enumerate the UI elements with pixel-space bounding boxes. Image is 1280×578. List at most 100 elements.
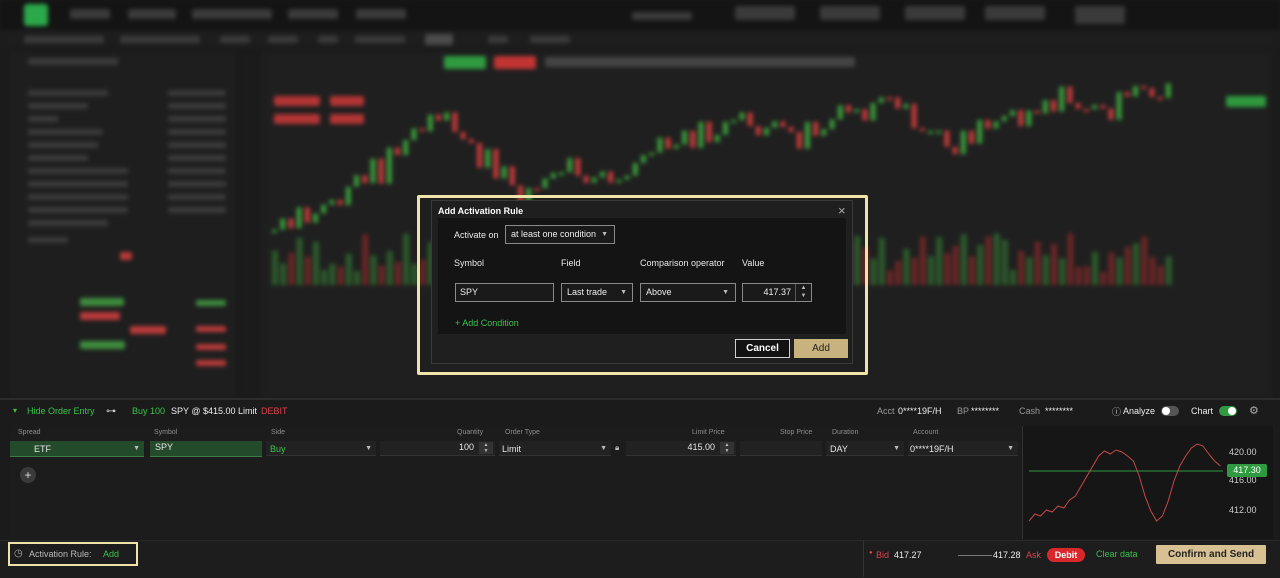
order-summary-main: SPY @ $415.00 Limit: [171, 406, 258, 416]
condition-symbol-input[interactable]: SPY: [455, 283, 554, 302]
bg-volume-bar: [395, 261, 401, 285]
cancel-button[interactable]: Cancel: [735, 339, 790, 358]
add-leg-button[interactable]: +: [20, 467, 36, 483]
ask-value: 417.28: [993, 550, 1021, 560]
symbol-input[interactable]: SPY: [150, 441, 262, 457]
column-header-field: Field: [561, 258, 581, 268]
bg-candle: [386, 147, 392, 184]
bg-volume-bar: [1010, 269, 1016, 285]
bg-volume-bar: [313, 241, 319, 285]
bg-candle: [1083, 108, 1089, 112]
column-header-operator: Comparison operator: [640, 258, 725, 268]
bg-volume-bar: [1157, 265, 1164, 285]
bg-candle: [1149, 88, 1155, 97]
analyze-toggle[interactable]: [1161, 406, 1179, 416]
bg-volume-bar: [928, 256, 934, 285]
condition-field-value: Last trade: [567, 287, 608, 297]
clear-data-link[interactable]: Clear data: [1096, 549, 1138, 559]
bg-candle: [1133, 85, 1138, 97]
condition-value-input[interactable]: 417.37 ▲ ▼: [742, 283, 812, 302]
duration-select[interactable]: DAY ▼: [826, 441, 904, 456]
bg-candle: [427, 114, 433, 132]
confirm-and-send-button[interactable]: Confirm and Send: [1156, 545, 1266, 564]
col-symbol: Symbol: [154, 429, 178, 436]
bg-volume-bar: [1092, 251, 1098, 285]
mini-price-chart: 420.00 416.00 412.00 417.30: [1022, 426, 1273, 539]
info-icon: ⓘ: [1112, 407, 1122, 417]
bg-volume-bar: [296, 237, 303, 285]
bg-candle: [477, 143, 482, 168]
stop-price-input[interactable]: [740, 441, 822, 456]
bg-volume-bar: [362, 234, 369, 285]
bg-volume-bar: [1051, 244, 1057, 285]
bg-candle: [780, 121, 786, 127]
pin-icon[interactable]: ⊶: [106, 406, 116, 417]
order-summary-action: Buy 100: [132, 406, 166, 416]
bg-candle: [1051, 100, 1056, 112]
quantity-stepper[interactable]: 100 ▲ ▼: [380, 441, 495, 456]
col-quantity: Quantity: [457, 429, 484, 436]
condition-field-select[interactable]: Last trade ▼: [561, 283, 633, 302]
activate-on-label: Activate on: [454, 230, 499, 240]
condition-operator-select[interactable]: Above ▼: [640, 283, 736, 302]
bg-candle: [304, 207, 310, 223]
bg-candle: [296, 207, 302, 229]
bg-candle: [608, 171, 614, 183]
bg-candle: [501, 166, 507, 179]
bg-candle: [460, 132, 466, 140]
condition-value: 417.37: [763, 287, 791, 297]
bid-value: 417.27: [894, 550, 922, 560]
bg-volume-bar: [337, 266, 344, 285]
value-stepper[interactable]: ▲ ▼: [795, 284, 811, 301]
account-select[interactable]: 0****19F/H ▼: [908, 441, 1018, 456]
bg-volume-bar: [1141, 236, 1148, 285]
cash-label: Cash: [1019, 406, 1041, 416]
limit-price-stepper-arrows[interactable]: ▲ ▼: [720, 442, 734, 454]
chart-toggle[interactable]: [1219, 406, 1237, 416]
bg-candle: [764, 127, 769, 136]
add-condition-link[interactable]: + Add Condition: [455, 318, 519, 328]
ask-label: Ask: [1026, 550, 1042, 560]
chevron-down-icon: ▼: [601, 231, 608, 238]
chevron-down-icon: ▼: [1007, 445, 1014, 452]
bg-candle: [337, 199, 343, 206]
bg-candle: [714, 134, 720, 143]
close-icon[interactable]: ×: [838, 203, 846, 218]
chevron-down-icon: ▼: [893, 445, 900, 452]
bg-candle: [403, 140, 409, 156]
side-select[interactable]: Buy ▼: [266, 441, 376, 456]
bg-volume-bar: [321, 269, 328, 285]
bg-candle: [854, 109, 860, 113]
add-button[interactable]: Add: [794, 339, 848, 358]
bg-candle: [1124, 92, 1130, 97]
bg-volume-bar: [870, 258, 877, 285]
limit-price-stepper[interactable]: 415.00 ▲ ▼: [626, 441, 736, 456]
activate-on-value: at least one condition: [511, 229, 597, 239]
gear-icon[interactable]: ⚙: [1249, 404, 1259, 417]
bg-candle: [805, 121, 810, 149]
bg-volume-bar: [1083, 266, 1090, 285]
quantity-stepper-arrows[interactable]: ▲ ▼: [479, 442, 493, 454]
bg-candle: [321, 204, 327, 214]
price-tick-1: 420.00: [1229, 447, 1257, 457]
quantity-value: 100: [458, 442, 474, 452]
bg-candle: [837, 105, 843, 120]
bg-candle: [288, 218, 294, 229]
bg-candle: [313, 213, 318, 223]
bg-candle: [993, 121, 999, 129]
bg-volume-bar: [1067, 233, 1074, 285]
side-value: Buy: [270, 444, 286, 454]
column-header-symbol: Symbol: [454, 258, 485, 268]
acct-label: Acct: [877, 406, 895, 416]
activation-rule-add-link[interactable]: Add: [103, 549, 119, 559]
bg-candle: [1018, 110, 1024, 127]
hide-order-entry-link[interactable]: Hide Order Entry: [27, 406, 95, 416]
chevron-down-icon[interactable]: ▾: [13, 406, 17, 415]
spread-select[interactable]: ETF ▼: [10, 441, 144, 457]
activate-on-select[interactable]: at least one condition ▼: [505, 225, 615, 244]
bg-candle: [632, 163, 638, 176]
bg-candle: [567, 158, 573, 173]
order-type-select[interactable]: Limit ▼: [499, 441, 611, 456]
account-value: 0****19F/H: [910, 444, 954, 454]
bg-candle: [550, 172, 556, 179]
